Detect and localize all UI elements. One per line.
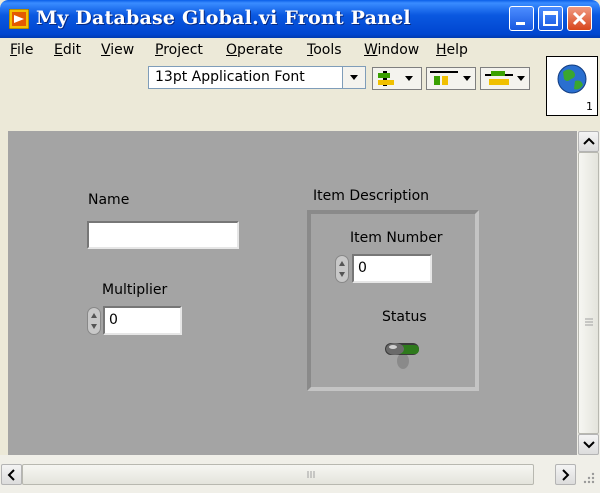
- close-button[interactable]: [567, 6, 592, 31]
- status-toggle-switch[interactable]: [383, 333, 423, 373]
- scroll-down-button[interactable]: [578, 434, 599, 455]
- chevron-down-icon: [583, 441, 595, 449]
- menu-bar: File Edit View Project Operate Tools Win…: [0, 38, 544, 62]
- font-select-dropdown[interactable]: [342, 67, 365, 88]
- chevron-right-icon: [562, 469, 570, 481]
- menu-edit[interactable]: Edit: [54, 42, 81, 58]
- grip-icon: [585, 318, 593, 326]
- scroll-right-button[interactable]: [555, 464, 576, 485]
- distribute-objects-icon: [430, 71, 471, 85]
- item-number-increment-decrement[interactable]: [335, 255, 349, 283]
- grip-icon: [307, 471, 315, 478]
- align-objects-icon: [378, 71, 413, 86]
- toolbar: 13pt Application Font: [0, 62, 544, 95]
- panel-frame-top: [3, 124, 597, 131]
- align-objects-button[interactable]: [372, 67, 422, 90]
- scroll-left-button[interactable]: [1, 464, 22, 485]
- resize-objects-button[interactable]: [480, 67, 530, 90]
- chevron-up-icon: [583, 137, 595, 145]
- vi-icon-pane[interactable]: 1: [546, 56, 598, 116]
- labview-vi-icon[interactable]: [9, 9, 29, 29]
- resize-objects-icon: [485, 71, 525, 85]
- chevron-left-icon: [7, 469, 15, 481]
- item-number-numeric-control[interactable]: 0: [352, 254, 432, 283]
- menu-view[interactable]: View: [101, 42, 134, 58]
- menu-file[interactable]: File: [10, 42, 33, 58]
- status-label: Status: [382, 309, 427, 325]
- menu-operate[interactable]: Operate: [226, 42, 283, 58]
- scroll-up-button[interactable]: [578, 131, 599, 152]
- name-string-control[interactable]: [87, 221, 239, 249]
- vertical-scrollbar[interactable]: [577, 131, 600, 455]
- spinner-arrows-icon: [91, 313, 97, 329]
- window-title: My Database Global.vi Front Panel: [36, 7, 411, 29]
- spinner-arrows-icon: [339, 261, 345, 277]
- connector-number: 1: [586, 100, 593, 113]
- name-label: Name: [88, 192, 130, 208]
- vertical-scroll-thumb[interactable]: [578, 152, 599, 434]
- horizontal-scrollbar[interactable]: [0, 455, 600, 493]
- horizontal-scroll-thumb[interactable]: [22, 464, 534, 485]
- front-panel-window: My Database Global.vi Front Panel File E…: [0, 0, 600, 493]
- minimize-icon: [516, 22, 525, 25]
- title-bar[interactable]: My Database Global.vi Front Panel: [0, 0, 600, 38]
- chevron-down-icon: [350, 75, 358, 80]
- multiplier-numeric-control[interactable]: 0: [103, 306, 182, 335]
- cluster-label: Item Description: [313, 188, 430, 204]
- maximize-icon: [543, 11, 558, 26]
- minimize-button[interactable]: [509, 6, 534, 31]
- multiplier-label: Multiplier: [102, 282, 168, 298]
- font-select-value: 13pt Application Font: [155, 69, 305, 85]
- close-icon: [572, 11, 587, 26]
- menu-help[interactable]: Help: [436, 42, 468, 58]
- maximize-button[interactable]: [538, 6, 563, 31]
- distribute-objects-button[interactable]: [426, 67, 476, 90]
- menu-project[interactable]: Project: [155, 42, 203, 58]
- globe-icon: [557, 64, 587, 94]
- resize-grip-icon[interactable]: [580, 469, 596, 485]
- multiplier-increment-decrement[interactable]: [87, 307, 101, 335]
- item-number-label: Item Number: [350, 230, 443, 246]
- font-select[interactable]: 13pt Application Font: [148, 66, 366, 89]
- menu-tools[interactable]: Tools: [307, 42, 342, 58]
- menu-window[interactable]: Window: [364, 42, 419, 58]
- front-panel: [8, 131, 577, 455]
